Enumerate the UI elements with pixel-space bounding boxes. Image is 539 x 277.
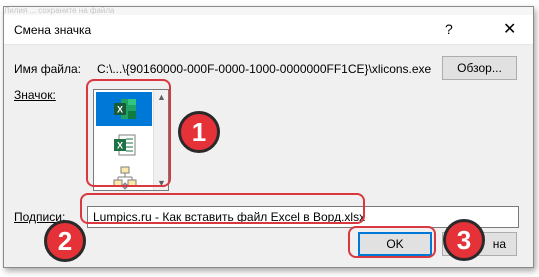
svg-text:X: X [117, 141, 123, 151]
help-icon[interactable]: ? [445, 21, 453, 37]
icon-label: Значок: [14, 88, 56, 102]
scroll-down-icon[interactable]: ▼ [157, 178, 166, 188]
excel-sheet-icon: X [113, 133, 137, 162]
icon-list[interactable]: X X ▲ ▼ [93, 89, 169, 191]
ok-button[interactable]: OK [358, 232, 432, 256]
close-icon[interactable]: ✕ [503, 19, 516, 39]
excel-app-icon: X [113, 97, 137, 126]
dialog-title: Смена значка [14, 23, 92, 37]
icon-list-item[interactable]: X [96, 128, 152, 162]
scroll-up-icon[interactable]: ▲ [157, 92, 166, 102]
cancel-button-label: на [492, 237, 506, 251]
org-chart-icon [113, 166, 137, 190]
icon-list-scrollbar[interactable]: ▲ ▼ [153, 90, 168, 190]
file-name-label: Имя файла: [14, 62, 81, 76]
browse-button[interactable]: Обзор... [442, 56, 517, 80]
title-bar: Смена значка ? ✕ [4, 15, 533, 45]
svg-text:X: X [117, 105, 123, 115]
step-3-badge: 3 [443, 219, 485, 261]
file-path-value: C:\...\{90160000-000F-0000-1000-0000000F… [97, 62, 432, 76]
background-text: Лилия ... сохраните на файла [4, 7, 533, 15]
icon-list-item-selected[interactable]: X [96, 92, 152, 126]
step-2-badge: 2 [44, 220, 86, 262]
step-1-badge: 1 [178, 111, 220, 153]
icon-list-item[interactable] [96, 162, 152, 190]
